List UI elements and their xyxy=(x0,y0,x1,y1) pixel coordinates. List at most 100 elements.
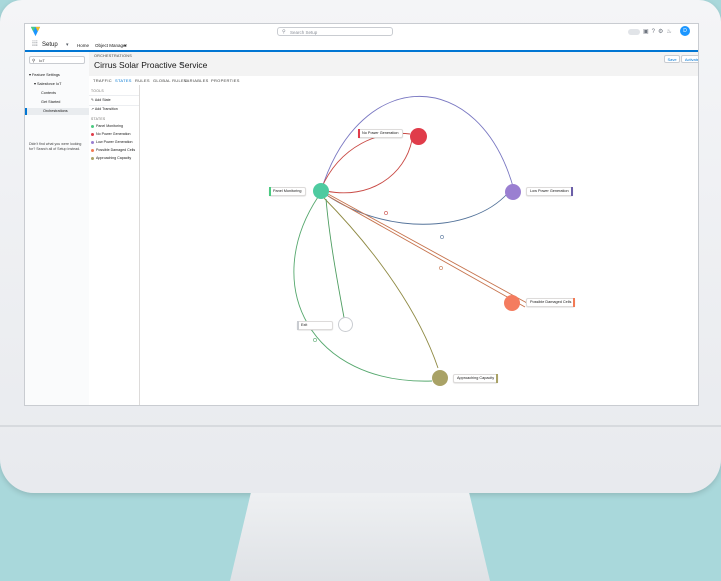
node-label-approaching-capacity: Approaching Capacity xyxy=(453,374,499,383)
sidebar-item-salesforce-iot[interactable]: ▾ Salesforce IoT xyxy=(34,81,61,86)
state-node-approaching-capacity[interactable] xyxy=(432,370,448,386)
state-node-panel-monitoring[interactable] xyxy=(313,183,329,199)
transition-panel-to-capacity-arc xyxy=(293,196,433,382)
node-label-text: No Power Generation xyxy=(362,131,399,135)
add-icon[interactable]: ▣ xyxy=(643,29,652,35)
chevron-down-icon[interactable]: ▾ xyxy=(66,41,69,50)
state-label: Possible Damaged Cells xyxy=(96,148,136,152)
state-color-bar xyxy=(269,187,271,196)
global-header: ⚲ Search Setup ▣?⚙♨ D xyxy=(25,24,698,41)
add-transition-button[interactable]: ↗ Add Transition xyxy=(91,107,118,111)
state-label: Low Power Generation xyxy=(96,140,133,144)
quick-find-value: IoT xyxy=(39,58,45,63)
node-label-low-power: Low Power Generation xyxy=(526,187,573,196)
header-utility-icons: ▣?⚙♨ xyxy=(643,28,675,35)
transition-panel-to-damaged-b xyxy=(327,195,526,308)
divider xyxy=(89,95,139,96)
sidebar-item-feature-settings[interactable]: ▾ Feature Settings xyxy=(29,72,60,77)
app-launcher-icon[interactable]: ⁞⁞⁞ xyxy=(32,41,38,48)
transition-midpoint-marker xyxy=(439,266,443,270)
state-node-exit[interactable] xyxy=(338,317,353,332)
palette-state-damaged-cells[interactable]: Possible Damaged Cells xyxy=(91,148,135,152)
page-eyebrow: ORCHESTRATIONS xyxy=(94,54,132,58)
state-color-dot xyxy=(91,124,94,128)
transition-icon: ↗ xyxy=(91,107,95,111)
state-label: Panel Monitoring xyxy=(96,124,123,128)
state-color-dot xyxy=(91,148,94,152)
search-all-setup-link[interactable]: Didn't find what you were looking for? S… xyxy=(29,142,81,151)
node-label-text: Approaching Capacity xyxy=(457,376,495,380)
transition-midpoint-marker xyxy=(313,338,317,342)
pencil-icon[interactable]: ✎ xyxy=(180,62,184,68)
state-color-dot xyxy=(91,132,94,136)
sidebar-item-orchestrations[interactable]: Orchestrations xyxy=(25,108,89,115)
iot-logo-icon xyxy=(30,26,41,37)
quick-find-input[interactable]: ⚲ IoT xyxy=(29,56,85,64)
transition-panel-to-nopower-lower xyxy=(325,139,413,194)
transition-midpoint-marker xyxy=(440,235,444,239)
states-heading: STATES xyxy=(91,117,106,121)
sidebar-search-note: Didn't find what you were looking for? S… xyxy=(29,142,86,152)
save-button[interactable]: Save xyxy=(664,55,680,63)
search-icon: ⚲ xyxy=(282,29,286,35)
node-label-no-power: No Power Generation xyxy=(358,129,403,138)
transition-midpoint-marker xyxy=(384,211,388,215)
state-node-damaged-cells[interactable] xyxy=(504,295,520,311)
app-name: Setup xyxy=(42,42,58,48)
tab-variables[interactable]: VARIABLES xyxy=(184,76,209,85)
global-search-input[interactable]: ⚲ Search Setup xyxy=(277,27,393,36)
node-label-panel-monitoring: Panel Monitoring xyxy=(269,187,306,196)
search-placeholder: Search Setup xyxy=(290,30,318,35)
node-label-text: Panel Monitoring xyxy=(273,189,302,193)
nav-tab-object-manager[interactable]: Object Manager xyxy=(95,41,127,50)
tools-heading: TOOLS xyxy=(91,89,104,93)
state-node-low-power[interactable] xyxy=(505,184,521,200)
setup-sidebar: ⚲ IoT ▾ Feature Settings ▾ Salesforce Io… xyxy=(25,52,90,405)
node-label-damaged-cells: Possible Damaged Cells xyxy=(526,298,576,307)
palette-state-approaching-capacity[interactable]: Approaching Capacity xyxy=(91,156,131,160)
state-label: Approaching Capacity xyxy=(96,156,132,160)
state-color-dot xyxy=(91,140,94,144)
tab-global-rules[interactable]: GLOBAL RULES xyxy=(153,76,187,85)
avatar[interactable]: D xyxy=(680,26,690,36)
sidebar-item-contexts[interactable]: Contexts xyxy=(41,91,56,95)
palette-state-no-power[interactable]: No Power Generation xyxy=(91,132,131,136)
sidebar-item-label: Feature Settings xyxy=(31,73,60,77)
state-color-bar xyxy=(496,374,499,383)
sidebar-item-get-started[interactable]: Get Started xyxy=(41,100,60,104)
node-label-text: Low Power Generation xyxy=(530,189,569,193)
add-state-button[interactable]: ✎ Add State xyxy=(91,98,111,102)
add-transition-label: Add Transition xyxy=(94,107,118,111)
favorites-toggle[interactable] xyxy=(628,29,640,35)
state-color-bar xyxy=(573,298,576,307)
palette-state-low-power[interactable]: Low Power Generation xyxy=(91,140,133,144)
nav-tab-home[interactable]: Home xyxy=(77,41,90,52)
state-node-no-power[interactable] xyxy=(410,128,427,145)
app-bar: ⁞⁞⁞ Setup ▾ Home Object Manager ▾ xyxy=(25,41,698,52)
activate-button[interactable]: Activate xyxy=(681,55,698,63)
tab-rules[interactable]: RULES xyxy=(135,76,150,85)
sidebar-item-label: Salesforce IoT xyxy=(36,82,62,86)
state-color-bar xyxy=(297,321,299,330)
tab-properties[interactable]: PROPERTIES xyxy=(211,76,240,85)
bell-icon[interactable]: ♨ xyxy=(666,29,674,35)
monitor-stand xyxy=(230,493,490,581)
screen: ⚲ Search Setup ▣?⚙♨ D ⁞⁞⁞ Setup ▾ Home O… xyxy=(24,23,699,406)
divider xyxy=(89,105,139,106)
search-icon: ⚲ xyxy=(32,58,36,63)
tab-traffic[interactable]: TRAFFIC xyxy=(93,76,112,85)
chevron-down-icon[interactable]: ▾ xyxy=(124,41,126,50)
state-label: No Power Generation xyxy=(96,132,131,136)
state-color-bar xyxy=(358,129,360,138)
monitor-chin-divider xyxy=(0,425,721,427)
state-palette: TOOLS ✎ Add State ↗ Add Transition STATE… xyxy=(89,85,140,405)
add-state-label: Add State xyxy=(94,98,111,102)
page-title: Cirrus Solar Proactive Service xyxy=(94,60,208,70)
palette-state-panel-monitoring[interactable]: Panel Monitoring xyxy=(91,124,123,128)
node-label-text: Exit xyxy=(301,323,308,327)
orchestration-canvas[interactable]: Panel Monitoring No Power Generation Low… xyxy=(140,85,698,405)
transition-panel-to-damaged-a xyxy=(327,193,528,304)
transition-panel-to-nopower-upper xyxy=(320,132,411,190)
state-color-dot xyxy=(91,156,94,160)
pencil-icon: ✎ xyxy=(91,98,95,102)
